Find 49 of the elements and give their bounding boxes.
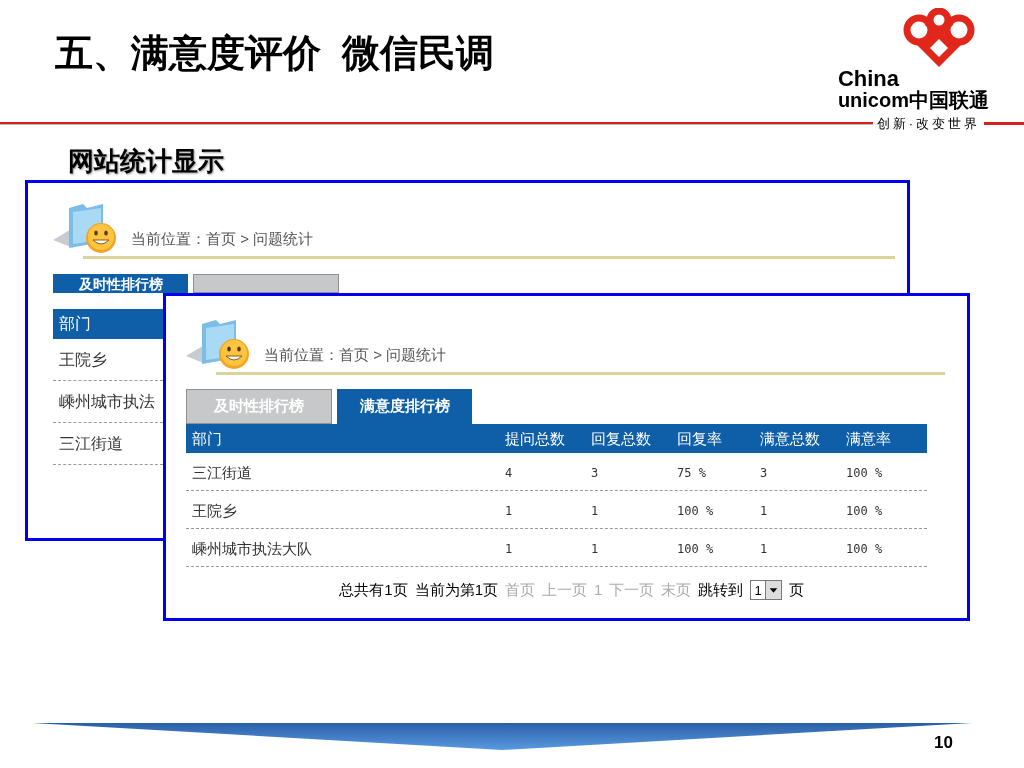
pagination-item: 上一页 <box>542 580 588 600</box>
tab[interactable] <box>193 274 339 293</box>
logo-tagline: 创新·改变世界 <box>875 115 981 133</box>
pagination-item: 首页 <box>505 580 536 600</box>
column-header: 部门 <box>192 429 222 449</box>
table-cell-text: 3 <box>591 465 599 482</box>
table-cell-text: 100 % <box>846 503 883 520</box>
table-cell-text: 75 % <box>677 465 706 482</box>
pagination-item: 下一页 <box>609 580 655 600</box>
breadcrumb: 当前位置：首页 > 问题统计 <box>264 344 447 365</box>
table-cell-text: 1 <box>505 503 513 520</box>
table-cell-text: 100 % <box>846 465 883 482</box>
table-cell-text: 1 <box>760 503 768 520</box>
column-header: 满意总数 <box>760 429 820 449</box>
breadcrumb: 当前位置：首页 > 问题统计 <box>131 228 314 249</box>
pagination-item: 1 <box>594 580 603 600</box>
table-cell-text: 4 <box>505 465 513 482</box>
table-cell-text: 1 <box>591 541 599 558</box>
table-cell-text: 1 <box>505 541 513 558</box>
slide-subtitle: 网站统计显示 <box>68 147 225 174</box>
pagination-item: 跳转到 <box>698 580 744 600</box>
table-cell-text: 嵊州城市执法 <box>59 391 155 412</box>
tab[interactable]: 满意度排行榜 <box>337 389 472 424</box>
table-cell-text: 100 % <box>677 541 714 558</box>
pagination-item: 当前为第1页 <box>414 580 499 600</box>
pagination-item: 页 <box>788 580 804 600</box>
table-cell-text: 3 <box>760 465 768 482</box>
page-number: 10 <box>934 732 953 754</box>
column-header: 回复率 <box>677 429 722 449</box>
table-cell-text: 三江街道 <box>192 463 252 483</box>
column-header: 提问总数 <box>505 429 565 449</box>
slide-title: 五、满意度评价 微信民调 <box>55 34 495 72</box>
table-cell-text: 1 <box>591 503 599 520</box>
tab[interactable]: 及时性排行榜 <box>53 274 188 293</box>
table-cell-text: 王院乡 <box>192 501 237 521</box>
logo-text: unicom中国联通 <box>837 90 989 110</box>
column-header: 满意率 <box>846 429 891 449</box>
table-cell-text: 三江街道 <box>59 433 123 454</box>
pagination-item: 末页 <box>661 580 692 600</box>
table-cell-text: 100 % <box>846 541 883 558</box>
logo-text: China <box>837 68 899 90</box>
table-cell-text: 100 % <box>677 503 714 520</box>
page-select[interactable]: 1 <box>750 580 782 601</box>
pagination-item: 总共有1页 <box>339 580 408 600</box>
column-header: 回复总数 <box>591 429 651 449</box>
table-cell-text: 王院乡 <box>59 349 107 370</box>
table-cell-text: 1 <box>760 541 768 558</box>
column-header: 部门 <box>59 314 91 334</box>
table-cell-text: 嵊州城市执法大队 <box>192 539 312 559</box>
